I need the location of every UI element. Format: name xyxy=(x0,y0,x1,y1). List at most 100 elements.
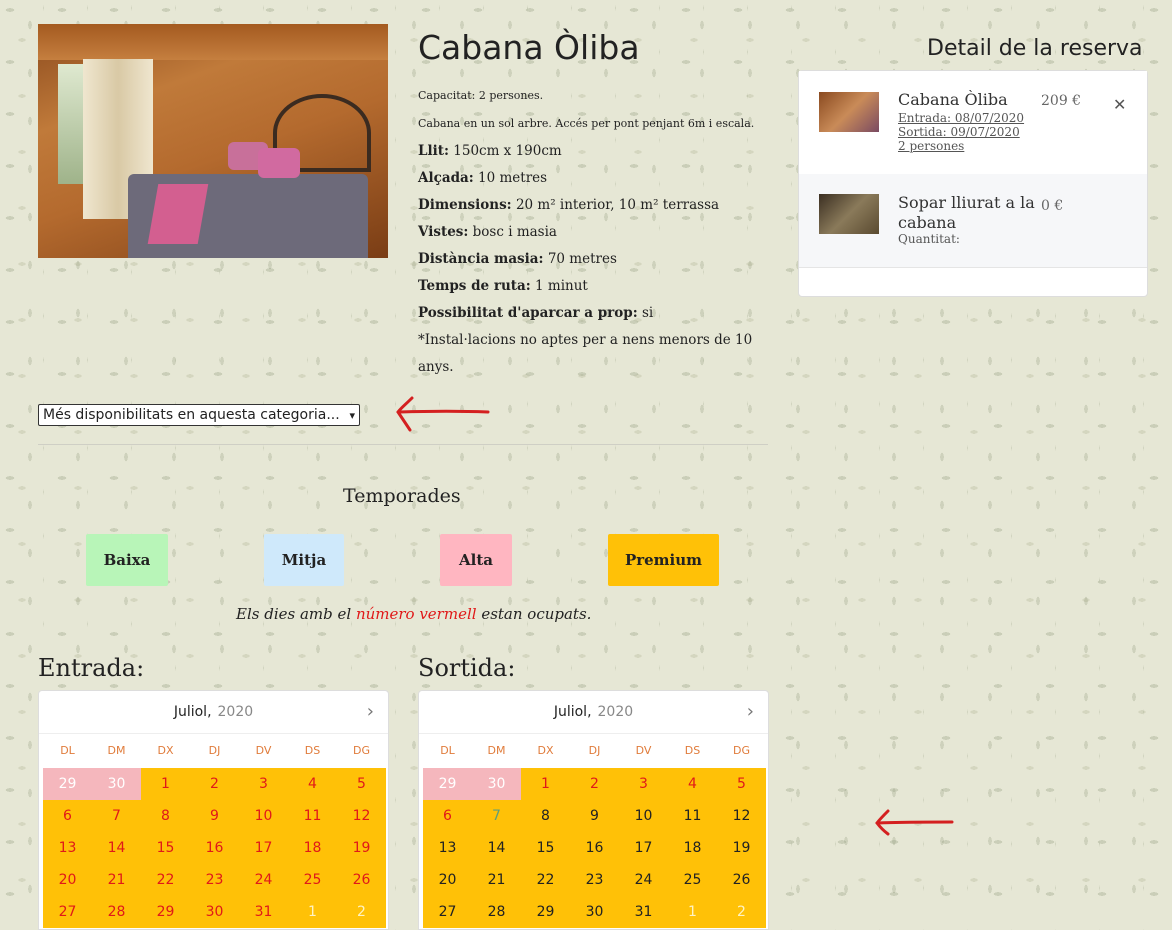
day-cell[interactable]: 2 xyxy=(190,768,239,800)
capacity-text: Capacitat: 2 persones. xyxy=(418,89,544,102)
day-cell[interactable]: 8 xyxy=(521,800,570,832)
day-cell[interactable]: 24 xyxy=(619,864,668,896)
day-cell[interactable]: 13 xyxy=(43,832,92,864)
day-cell[interactable]: 17 xyxy=(619,832,668,864)
day-cell[interactable]: 20 xyxy=(423,864,472,896)
day-cell[interactable]: 24 xyxy=(239,864,288,896)
day-cell[interactable]: 28 xyxy=(472,896,521,928)
day-cell[interactable]: 4 xyxy=(288,768,337,800)
day-cell[interactable]: 31 xyxy=(239,896,288,928)
day-cell[interactable]: 3 xyxy=(619,768,668,800)
chevron-down-icon: ▾ xyxy=(349,408,355,422)
day-cell[interactable]: 16 xyxy=(570,832,619,864)
day-cell[interactable]: 19 xyxy=(337,832,386,864)
item-name: Sopar lliurat a la cabana xyxy=(898,193,1035,232)
day-cell[interactable]: 25 xyxy=(668,864,717,896)
arrow-annotation-icon xyxy=(875,809,954,836)
season-mitja: Mitja xyxy=(264,534,344,586)
exit-date-link[interactable]: Sortida: 09/07/2020 xyxy=(898,125,1020,139)
day-cell[interactable]: 14 xyxy=(92,832,141,864)
day-cell[interactable]: 4 xyxy=(668,768,717,800)
day-cell[interactable]: 22 xyxy=(521,864,570,896)
day-cell[interactable]: 1 xyxy=(141,768,190,800)
day-cell[interactable]: 16 xyxy=(190,832,239,864)
day-cell[interactable]: 26 xyxy=(717,864,766,896)
day-cell[interactable]: 2 xyxy=(570,768,619,800)
day-cell[interactable]: 7 xyxy=(92,800,141,832)
day-cell[interactable]: 1 xyxy=(521,768,570,800)
day-cell[interactable]: 21 xyxy=(472,864,521,896)
entry-date-link[interactable]: Entrada: 08/07/2020 xyxy=(898,111,1024,125)
day-cell[interactable]: 30 xyxy=(190,896,239,928)
day-cell[interactable]: 26 xyxy=(337,864,386,896)
day-cell[interactable]: 11 xyxy=(668,800,717,832)
day-cell[interactable]: 21 xyxy=(92,864,141,896)
chevron-right-icon[interactable]: › xyxy=(367,701,374,722)
day-cell[interactable]: 12 xyxy=(337,800,386,832)
day-cell[interactable]: 22 xyxy=(141,864,190,896)
day-cell[interactable]: 25 xyxy=(288,864,337,896)
day-cell[interactable]: 31 xyxy=(619,896,668,928)
season-premium: Premium xyxy=(608,534,719,586)
day-cell[interactable]: 9 xyxy=(570,800,619,832)
item-name: Cabana Òliba xyxy=(898,90,1008,109)
booking-item: Cabana Òliba Entrada: 08/07/2020 Sortida… xyxy=(799,71,1147,175)
day-cell[interactable]: 6 xyxy=(423,800,472,832)
day-cell[interactable]: 23 xyxy=(570,864,619,896)
calendar-header: Juliol, 2020 › xyxy=(39,691,388,734)
feature-row: Llit: 150cm x 190cm xyxy=(418,143,562,159)
day-cell[interactable]: 30 xyxy=(570,896,619,928)
day-cell[interactable]: 11 xyxy=(288,800,337,832)
day-cell[interactable]: 28 xyxy=(92,896,141,928)
day-cell[interactable]: 5 xyxy=(717,768,766,800)
day-cell[interactable]: 9 xyxy=(190,800,239,832)
item-price: 0 € xyxy=(1041,198,1064,214)
day-cell[interactable]: 13 xyxy=(423,832,472,864)
product-description: Capacitat: 2 persones. Cabana en un sol … xyxy=(418,82,778,381)
exit-calendar: Juliol, 2020 › DL DM DX DJ DV DS DG 29 30 1 2 3 4 5 6… xyxy=(418,690,769,930)
summary-text: Cabana en un sol arbre. Accés per pont p… xyxy=(418,117,755,130)
item-price: 209 € xyxy=(1041,93,1082,109)
people-link[interactable]: 2 persones xyxy=(898,139,964,153)
weekday-row: DL DM DX DJ DV DS DG xyxy=(60,744,370,757)
day-cell[interactable]: 23 xyxy=(190,864,239,896)
day-cell[interactable]: 18 xyxy=(668,832,717,864)
day-cell[interactable]: 10 xyxy=(619,800,668,832)
day-cell[interactable]: 7 xyxy=(472,800,521,832)
day-cell[interactable]: 14 xyxy=(472,832,521,864)
day-cell[interactable]: 18 xyxy=(288,832,337,864)
day-cell[interactable]: 3 xyxy=(239,768,288,800)
day-cell[interactable]: 29 xyxy=(521,896,570,928)
day-cell[interactable]: 15 xyxy=(141,832,190,864)
day-cell[interactable]: 10 xyxy=(239,800,288,832)
season-baixa: Baixa xyxy=(86,534,168,586)
feature-row: Possibilitat d'aparcar a prop: si xyxy=(418,305,654,321)
seasons-title: Temporades xyxy=(343,485,461,507)
chevron-right-icon[interactable]: › xyxy=(747,701,754,722)
entry-label: Entrada: xyxy=(38,654,145,682)
feature-row: Dimensions: 20 m² interior, 10 m² terras… xyxy=(418,197,720,213)
day-cell[interactable]: 5 xyxy=(337,768,386,800)
day-cell[interactable]: 27 xyxy=(43,896,92,928)
day-cell[interactable]: 27 xyxy=(423,896,472,928)
feature-row: Vistes: bosc i masia xyxy=(418,224,557,240)
day-cell[interactable]: 29 xyxy=(141,896,190,928)
availability-select[interactable]: Més disponibilitats en aquesta categoria… xyxy=(38,404,360,426)
feature-row: Distància masia: 70 metres xyxy=(418,251,617,267)
day-cell[interactable]: 20 xyxy=(43,864,92,896)
quantity-label: Quantitat: xyxy=(898,232,960,246)
season-alta: Alta xyxy=(440,534,512,586)
feature-row: Temps de ruta: 1 minut xyxy=(418,278,588,294)
day-cell[interactable]: 19 xyxy=(717,832,766,864)
day-cell[interactable]: 12 xyxy=(717,800,766,832)
day-cell: 2 xyxy=(337,896,386,928)
cabin-photo xyxy=(38,24,388,258)
day-cell[interactable]: 6 xyxy=(43,800,92,832)
day-cell[interactable]: 15 xyxy=(521,832,570,864)
day-cell: 29 xyxy=(43,768,92,800)
feature-row: Alçada: 10 metres xyxy=(418,170,548,186)
day-cell[interactable]: 17 xyxy=(239,832,288,864)
day-cell[interactable]: 8 xyxy=(141,800,190,832)
warning-text: *Instal·lacions no aptes per a nens meno… xyxy=(418,332,753,375)
close-icon[interactable]: ✕ xyxy=(1113,95,1126,114)
